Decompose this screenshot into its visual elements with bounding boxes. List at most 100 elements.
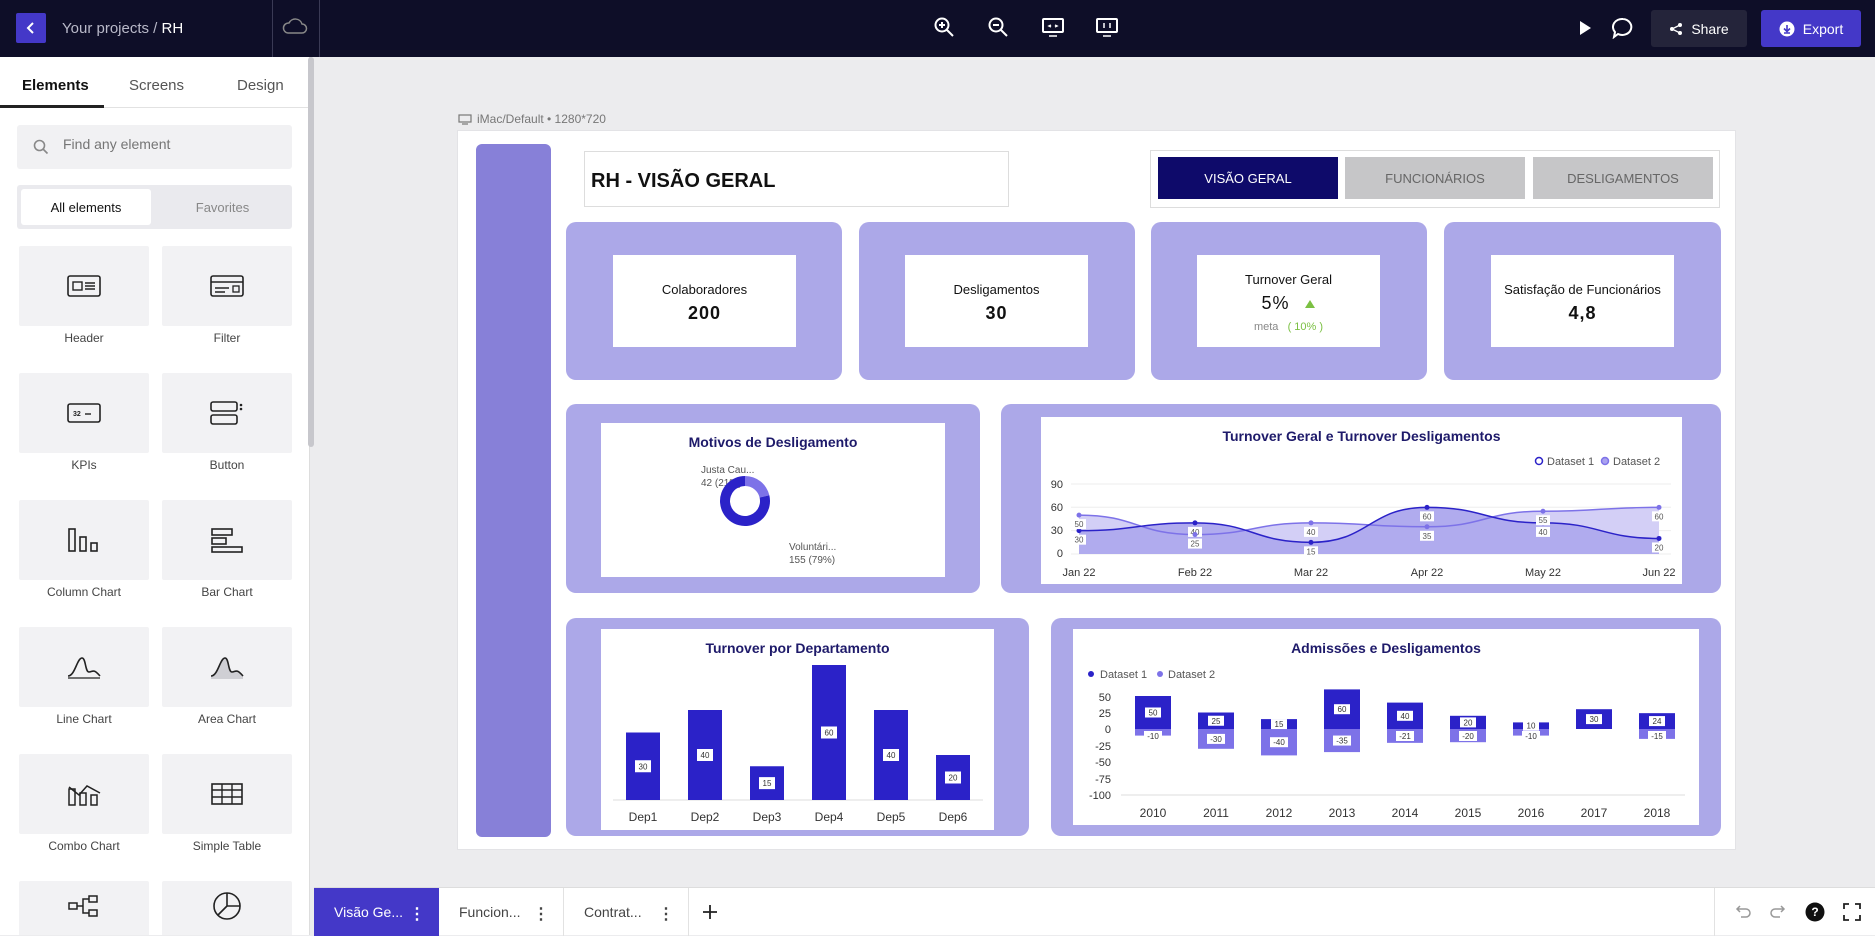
cloud-sync-icon	[282, 18, 308, 34]
kpi-goal-label: meta	[1253, 321, 1279, 333]
breadcrumb-prefix[interactable]: Your projects /	[62, 20, 162, 37]
nav-funcionarios-button[interactable]: FUNCIONÁRIOS	[1345, 157, 1525, 199]
element-tile-area-chart[interactable]	[162, 627, 292, 707]
back-button[interactable]	[16, 13, 46, 43]
element-label: Header	[64, 331, 104, 345]
export-label: Export	[1802, 20, 1844, 37]
y-tick: 90	[1051, 479, 1063, 491]
y-tick: 50	[1099, 692, 1111, 704]
tab-design[interactable]: Design	[237, 77, 284, 94]
screen-tab-label: Funcion...	[459, 904, 521, 920]
kpi-satisfacao: Satisfação de Funcionários 4,8	[1491, 255, 1674, 347]
data-label: 35	[1423, 532, 1432, 541]
download-icon	[1779, 21, 1795, 36]
legend-marker	[1157, 671, 1163, 677]
zoom-in-icon[interactable]	[933, 16, 955, 38]
sidebar-tabs: Elements Screens Design	[0, 57, 308, 108]
bar-chart-panel: Turnover por Departamento Dep1 Dep2 Dep3…	[601, 629, 994, 830]
data-point	[1540, 508, 1546, 514]
screen-tab-visao-geral[interactable]: Visão Ge... ⋮	[314, 888, 439, 936]
data-point	[1192, 520, 1198, 526]
donut-chart: Justa Cau... 42 (21%) Voluntári... 155 (…	[701, 465, 836, 566]
element-label: Filter	[213, 331, 241, 345]
preview-screen-icon[interactable]	[1041, 16, 1065, 38]
element-label: Combo Chart	[48, 839, 120, 853]
element-label: Simple Table	[192, 839, 262, 853]
data-label: 40	[1307, 528, 1316, 537]
element-search[interactable]	[17, 125, 292, 169]
element-tile-bar-chart[interactable]	[162, 500, 292, 580]
y-tick: -25	[1095, 741, 1111, 753]
legend-label: Dataset 1	[1100, 669, 1147, 681]
more-options-icon[interactable]: ⋮	[533, 904, 549, 924]
donut-slice-value: 155 (79%)	[789, 555, 835, 566]
frame-label: iMac/Default • 1280*720	[458, 112, 606, 126]
element-tile-header[interactable]	[19, 246, 149, 326]
x-tick: Apr 22	[1411, 567, 1443, 579]
share-icon	[1670, 22, 1683, 35]
element-tile-simple-table[interactable]	[162, 754, 292, 834]
more-options-icon[interactable]: ⋮	[658, 904, 674, 924]
bar-label: 15	[1275, 720, 1284, 729]
redo-icon[interactable]	[1769, 904, 1787, 920]
kpi-value: 5%	[1261, 293, 1290, 313]
search-input[interactable]	[63, 136, 283, 152]
legend-marker	[1088, 671, 1094, 677]
kpi-value: 200	[687, 303, 722, 323]
element-tile-pie[interactable]	[162, 881, 292, 935]
element-tile-kpis[interactable]: 32	[19, 373, 149, 453]
data-point	[1308, 539, 1314, 545]
bar-label: -35	[1336, 737, 1348, 746]
x-tick: 2012	[1266, 806, 1293, 820]
chevron-left-icon	[26, 22, 34, 34]
sidebar-scrollbar[interactable]	[308, 57, 314, 447]
bar-label: 25	[1212, 717, 1221, 726]
data-point	[1424, 504, 1430, 510]
element-tile-button[interactable]	[162, 373, 292, 453]
tab-elements[interactable]: Elements	[22, 77, 89, 94]
more-options-icon[interactable]: ⋮	[409, 904, 425, 924]
add-screen-icon[interactable]	[700, 902, 720, 922]
nav-visao-geral-button[interactable]: VISÃO GERAL	[1158, 157, 1338, 199]
element-tile-combo-chart[interactable]	[19, 754, 149, 834]
nav-desligamentos-button[interactable]: DESLIGAMENTOS	[1533, 157, 1713, 199]
legend-marker	[1600, 456, 1610, 466]
all-elements-toggle[interactable]: All elements	[21, 189, 151, 225]
x-tick: Jun 22	[1642, 567, 1675, 579]
fit-screen-icon[interactable]	[1095, 16, 1119, 38]
kpi-desligamentos: Desligamentos 30	[905, 255, 1088, 347]
legend-label: Dataset 2	[1613, 456, 1660, 468]
screen-tab-funcionarios[interactable]: Funcion... ⋮	[439, 888, 564, 936]
kpi-icon: 32	[67, 403, 101, 423]
tab-screens[interactable]: Screens	[129, 77, 184, 94]
screen-tab-contratacoes[interactable]: Contrat... ⋮	[564, 888, 689, 936]
element-tile-column-chart[interactable]	[19, 500, 149, 580]
share-button[interactable]: Share	[1651, 10, 1747, 47]
undo-icon[interactable]	[1734, 904, 1752, 920]
element-tile-line-chart[interactable]	[19, 627, 149, 707]
data-label: 40	[1539, 528, 1548, 537]
screen-tab-label: Visão Ge...	[334, 904, 404, 920]
element-tile-filter[interactable]	[162, 246, 292, 326]
data-point	[1424, 524, 1430, 530]
breadcrumb-project[interactable]: RH	[162, 20, 184, 37]
kpi-goal-value: ( 10% )	[1287, 321, 1324, 333]
dashboard-header[interactable]: RH - VISÃO GERAL	[584, 151, 1009, 207]
kpi-label: Colaboradores	[661, 282, 748, 297]
bar-label: -30	[1210, 735, 1222, 744]
comment-icon[interactable]	[1612, 17, 1634, 39]
bar-label: 30	[1590, 715, 1599, 724]
zoom-out-icon[interactable]	[987, 16, 1009, 38]
kpi-goal: meta ( 10% )	[1197, 321, 1380, 333]
play-icon[interactable]	[1577, 19, 1593, 37]
favorites-toggle[interactable]: Favorites	[157, 189, 288, 225]
breadcrumb[interactable]: Your projects / RH	[62, 20, 183, 37]
active-tab-indicator	[0, 105, 104, 108]
svg-text:?: ?	[1811, 905, 1818, 919]
bar-chart: Dep1 Dep2 Dep3 Dep4 Dep5 Dep6 30 40 15 60 40…	[613, 665, 983, 824]
export-button[interactable]: Export	[1761, 10, 1861, 47]
fullscreen-icon[interactable]	[1842, 902, 1862, 922]
help-icon[interactable]: ?	[1805, 902, 1825, 922]
x-tick: 2015	[1455, 806, 1482, 820]
element-tile-flow[interactable]	[19, 881, 149, 935]
